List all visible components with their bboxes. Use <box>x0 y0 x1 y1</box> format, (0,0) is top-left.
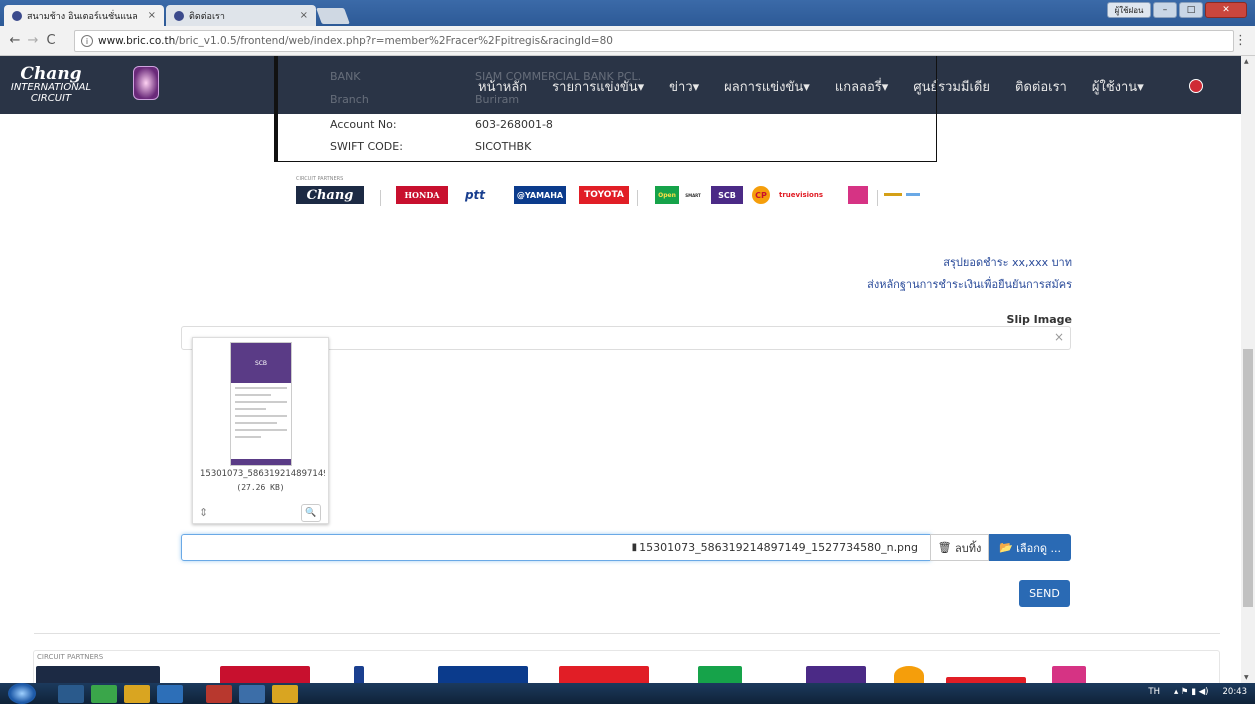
bank-row: Branch Buriram <box>330 93 520 106</box>
taskbar-chrome-icon[interactable] <box>272 685 298 703</box>
url-host: www.bric.co.th <box>98 35 176 47</box>
forward-arrow-icon[interactable]: → <box>24 33 42 48</box>
footer-partners-caption: CIRCUIT PARTNERS <box>37 653 104 661</box>
sponsor-strip: CIRCUIT PARTNERS Chang HONDA ptt @YAMAHA… <box>296 176 956 216</box>
browser-menu-icon[interactable]: ⋮ <box>1234 33 1247 48</box>
new-tab-button[interactable] <box>316 8 350 24</box>
file-icon: ▮ <box>631 542 638 553</box>
sponsor-small-logo <box>906 193 920 196</box>
taskbar-app-icon[interactable] <box>91 685 117 703</box>
scroll-up-icon[interactable]: ▲ <box>1244 58 1249 65</box>
remove-file-button[interactable]: 🗑 ลบทิ้ง <box>930 534 989 561</box>
minimize-icon[interactable]: – <box>1153 2 1177 18</box>
scroll-down-icon[interactable]: ▼ <box>1244 674 1249 681</box>
tab-close-icon[interactable]: × <box>148 10 156 21</box>
info-icon[interactable]: i <box>81 35 93 47</box>
preview-filename: 15301073_586319214897149_... <box>200 469 325 479</box>
taskbar-app-icon[interactable] <box>58 685 84 703</box>
site-favicon-icon <box>174 10 184 21</box>
reload-icon[interactable]: C <box>42 33 60 48</box>
taskbar-chrome-icon[interactable] <box>124 685 150 703</box>
clear-preview-icon[interactable]: × <box>1054 330 1064 344</box>
taskbar-filezilla-icon[interactable] <box>206 685 232 703</box>
sponsor-toyota-logo: TOYOTA <box>579 186 629 204</box>
send-button[interactable]: SEND <box>1019 580 1070 607</box>
sponsor-small-logo <box>884 193 902 196</box>
folder-open-icon: 📂 <box>998 541 1013 554</box>
file-name-field[interactable]: ▮ 15301073_586319214897149_1527734580_n.… <box>181 534 931 561</box>
close-window-icon[interactable]: ✕ <box>1205 2 1247 18</box>
nav-contact[interactable]: ติดต่อเรา <box>1015 76 1067 97</box>
sponsor-smart-logo: SMART <box>685 192 701 198</box>
payment-proof-link[interactable]: ส่งหลักฐานการชำระเงินเพื่อยืนยันการสมัคร <box>867 275 1072 293</box>
site-favicon-icon <box>12 10 22 21</box>
url-path: /bric_v1.0.5/frontend/web/index.php?r=me… <box>175 35 613 47</box>
browser-tab-contact[interactable]: ติดต่อเรา × <box>166 5 316 26</box>
sponsor-honda-logo: HONDA <box>396 186 448 204</box>
drag-handle-icon[interactable]: ⇕ <box>199 506 208 519</box>
maximize-icon[interactable]: □ <box>1179 2 1203 18</box>
bank-row: Account No: 603-268001-8 <box>330 118 553 131</box>
selected-filename: 15301073_586319214897149_1527734580_n.pn… <box>639 541 918 554</box>
bank-row: BANK SIAM COMMERCIAL BANK PCL. <box>330 70 642 83</box>
trash-icon: 🗑 <box>937 541 952 554</box>
tab-close-icon[interactable]: × <box>300 10 308 21</box>
slip-image-label: Slip Image <box>1006 313 1072 326</box>
tab-title: สนามช้าง อินเตอร์เนชั่นแนล <box>27 11 138 22</box>
system-tray: TH ▴ ⚑ ▮ ◀) 20:43 <box>1148 687 1247 697</box>
payment-summary: สรุปยอดชำระ xx,xxx บาท <box>943 256 1072 269</box>
club-crest-icon <box>133 66 159 100</box>
sponsor-chang-logo: Chang <box>296 186 364 204</box>
slip-image: SCB <box>230 342 292 466</box>
clock[interactable]: 20:43 <box>1223 687 1248 697</box>
browse-file-button[interactable]: 📂 เลือกดู ... <box>989 534 1071 561</box>
divider <box>637 190 638 206</box>
window-controls: ผู้ใช้ฝอน – □ ✕ <box>1107 2 1247 18</box>
browser-tab-active[interactable]: สนามช้าง อินเตอร์เนชั่นแนล × <box>4 5 164 26</box>
divider <box>34 633 1220 634</box>
browser-user-button[interactable]: ผู้ใช้ฝอน <box>1107 2 1151 18</box>
nav-user[interactable]: ผู้ใช้งาน▾ <box>1092 76 1144 97</box>
tray-icons[interactable]: ▴ ⚑ ▮ ◀) <box>1174 687 1209 697</box>
taskbar-app-icon[interactable] <box>239 685 265 703</box>
sponsor-open-logo: Open <box>655 186 679 204</box>
sponsor-scb-logo: SCB <box>711 186 743 204</box>
scrollbar-thumb[interactable] <box>1243 349 1253 607</box>
bank-row: SWIFT CODE: SICOTHBK <box>330 140 532 153</box>
back-arrow-icon[interactable]: ← <box>6 33 24 48</box>
address-bar[interactable]: i www.bric.co.th/bric_v1.0.5/frontend/we… <box>74 30 1234 52</box>
uk-flag-icon[interactable] <box>1189 79 1203 93</box>
start-button-icon[interactable] <box>8 683 36 704</box>
sponsor-yamaha-logo: @YAMAHA <box>514 186 566 204</box>
divider <box>877 190 878 206</box>
sponsor-magenta-logo <box>848 186 868 204</box>
divider <box>380 190 381 206</box>
sponsor-ptt-logo: ptt <box>464 188 486 202</box>
taskbar-app-icon[interactable] <box>157 685 183 703</box>
preview-filesize: (27.26 KB) <box>236 483 285 492</box>
zoom-icon[interactable]: 🔍 <box>301 504 321 522</box>
sponsor-cp-logo: CP <box>752 186 770 204</box>
file-preview-thumbnail: SCB 15301073_586319214897149_... (27.26 … <box>192 337 329 524</box>
browser-tab-bar: สนามช้าง อินเตอร์เนชั่นแนล × ติดต่อเรา ×… <box>0 0 1255 26</box>
language-indicator[interactable]: TH <box>1148 687 1160 697</box>
page-scrollbar[interactable]: ▲ ▼ <box>1241 56 1255 683</box>
sponsor-caption: CIRCUIT PARTNERS <box>296 176 344 182</box>
bank-info-box: BANK SIAM COMMERCIAL BANK PCL. Branch Bu… <box>274 56 937 162</box>
windows-taskbar: TH ▴ ⚑ ▮ ◀) 20:43 <box>0 683 1255 704</box>
footer-partners: CIRCUIT PARTNERS <box>33 650 1220 685</box>
browser-toolbar: ← → C i www.bric.co.th/bric_v1.0.5/front… <box>0 26 1255 56</box>
sponsor-truevisions-logo: truevisions <box>778 191 824 199</box>
chang-circuit-logo[interactable]: Chang INTERNATIONAL CIRCUIT <box>6 66 96 105</box>
tab-title: ติดต่อเรา <box>189 11 225 22</box>
